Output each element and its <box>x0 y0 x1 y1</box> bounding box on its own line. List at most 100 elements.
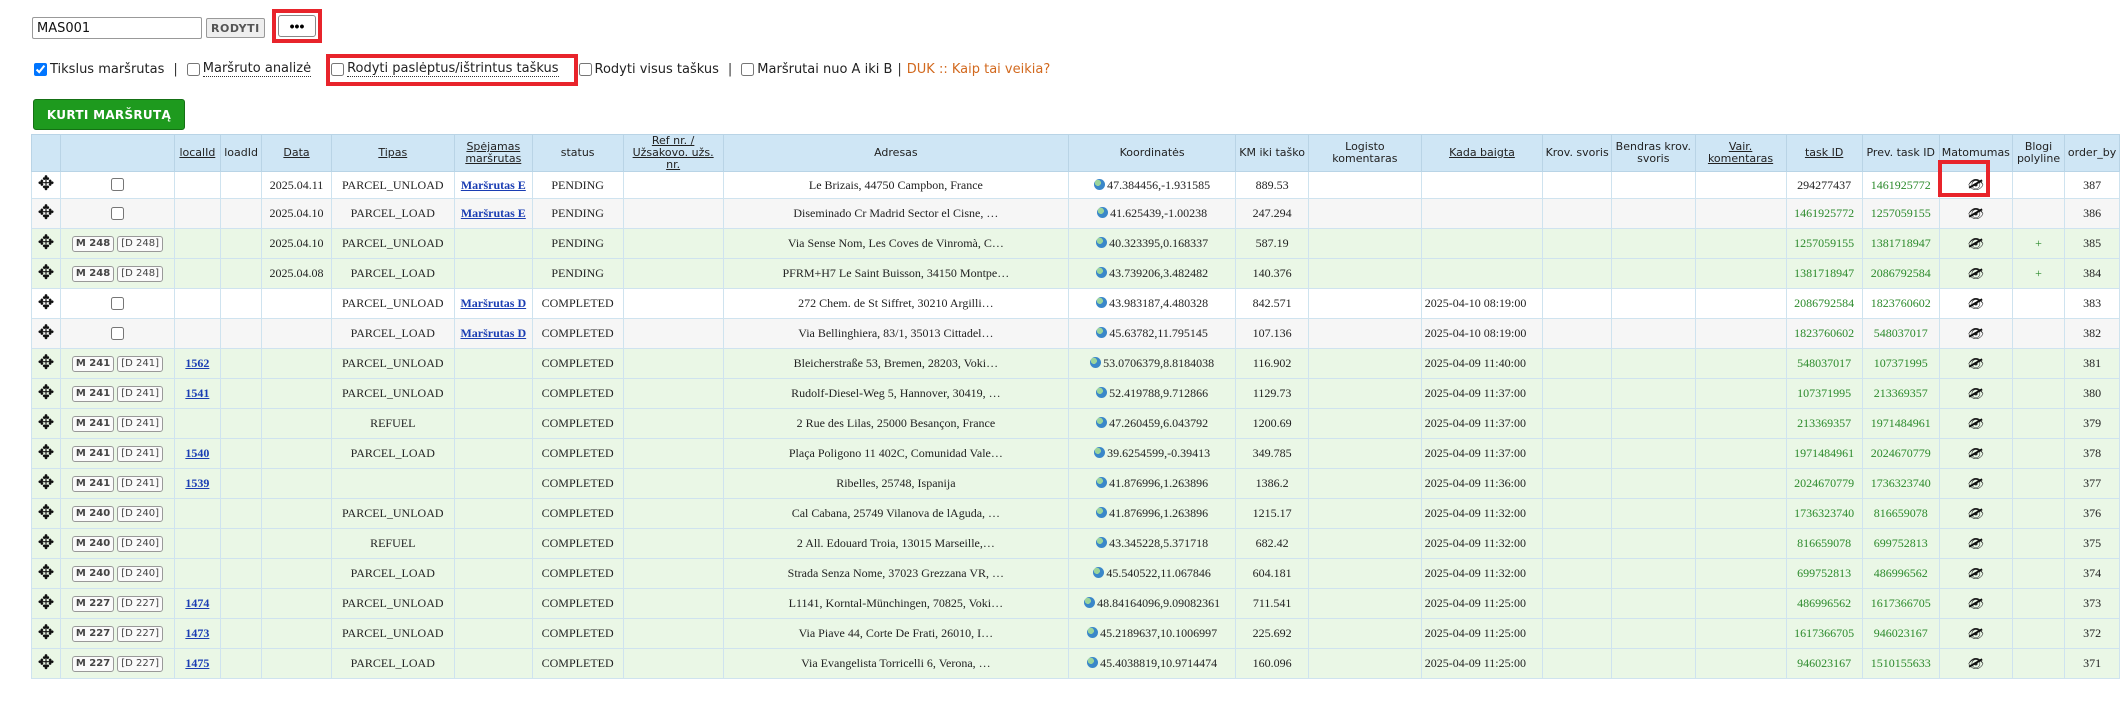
logist-comment-cell[interactable] <box>1308 171 1422 199</box>
move-icon[interactable]: ✥ <box>38 532 55 554</box>
d-badge[interactable]: [D 227] <box>117 596 163 612</box>
eye-slash-icon[interactable]: 👁 <box>1968 266 1985 282</box>
eye-slash-icon[interactable]: 👁 <box>1968 596 1985 612</box>
d-badge[interactable]: [D 241] <box>117 446 163 462</box>
drag-handle[interactable]: ✥ <box>31 288 61 319</box>
d-badge[interactable]: [D 241] <box>117 416 163 432</box>
globe-icon[interactable] <box>1093 567 1105 578</box>
col-localid[interactable]: localId <box>173 134 221 172</box>
drag-handle[interactable]: ✥ <box>31 528 61 559</box>
globe-icon[interactable] <box>1097 207 1109 218</box>
drag-handle[interactable]: ✥ <box>31 648 61 679</box>
route-analysis-checkbox[interactable] <box>186 62 200 76</box>
globe-icon[interactable] <box>1096 237 1108 248</box>
globe-icon[interactable] <box>1094 447 1106 458</box>
m-badge[interactable]: M 241 <box>71 446 115 462</box>
drag-handle[interactable]: ✥ <box>31 498 61 529</box>
move-icon[interactable]: ✥ <box>38 562 55 584</box>
m-badge[interactable]: M 240 <box>71 506 115 522</box>
move-icon[interactable]: ✥ <box>38 202 55 224</box>
eye-slash-icon[interactable]: 👁 <box>1968 536 1985 552</box>
row-checkbox[interactable] <box>111 178 125 191</box>
col-guessed-route[interactable]: Spėjamas maršrutas <box>453 134 533 172</box>
eye-slash-icon[interactable]: 👁 <box>1968 206 1985 222</box>
eye-slash-icon[interactable]: 👁 <box>1968 296 1985 312</box>
logist-comment-cell[interactable] <box>1308 438 1422 469</box>
row-checkbox[interactable] <box>111 326 125 340</box>
eye-slash-icon[interactable]: 👁 <box>1968 446 1985 462</box>
d-badge[interactable]: [D 241] <box>117 476 163 492</box>
drag-handle[interactable]: ✥ <box>31 318 61 349</box>
route-number-input[interactable] <box>32 17 202 39</box>
drag-handle[interactable]: ✥ <box>31 558 61 589</box>
m-badge[interactable]: M 248 <box>71 236 115 252</box>
d-badge[interactable]: [D 240] <box>117 506 163 522</box>
local-id-link[interactable]: 1475 <box>185 656 209 670</box>
eye-slash-icon[interactable]: 👁 <box>1968 566 1985 582</box>
globe-icon[interactable] <box>1096 387 1108 398</box>
logist-comment-cell[interactable] <box>1308 408 1422 439</box>
move-icon[interactable]: ✥ <box>38 232 55 254</box>
globe-icon[interactable] <box>1096 477 1108 488</box>
move-icon[interactable]: ✥ <box>38 592 55 614</box>
m-badge[interactable]: M 227 <box>71 626 115 642</box>
logist-comment-cell[interactable] <box>1308 288 1422 319</box>
move-icon[interactable]: ✥ <box>38 412 55 434</box>
move-icon[interactable]: ✥ <box>38 442 55 464</box>
drag-handle[interactable]: ✥ <box>31 438 61 469</box>
guessed-route-link[interactable]: Maršrutas D <box>460 326 526 340</box>
m-badge[interactable]: M 227 <box>71 656 115 672</box>
globe-icon[interactable] <box>1096 297 1108 308</box>
logist-comment-cell[interactable] <box>1308 498 1422 529</box>
drag-handle[interactable]: ✥ <box>31 378 61 409</box>
drag-handle[interactable]: ✥ <box>31 258 61 289</box>
drag-handle[interactable]: ✥ <box>31 588 61 619</box>
globe-icon[interactable] <box>1096 417 1108 428</box>
drag-handle[interactable]: ✥ <box>31 228 61 259</box>
eye-slash-icon[interactable]: 👁 <box>1968 476 1985 492</box>
move-icon[interactable]: ✥ <box>38 472 55 494</box>
globe-icon[interactable] <box>1096 267 1108 278</box>
d-badge[interactable]: [D 241] <box>117 386 163 402</box>
logist-comment-cell[interactable] <box>1308 318 1422 349</box>
logist-comment-cell[interactable] <box>1308 528 1422 559</box>
col-task-id[interactable]: task ID <box>1785 134 1863 172</box>
routes-a-to-b-checkbox[interactable] <box>741 62 755 76</box>
row-checkbox[interactable] <box>111 206 125 220</box>
create-route-button[interactable]: KURTI MARŠRUTĄ <box>33 99 185 130</box>
logist-comment-cell[interactable] <box>1308 618 1422 649</box>
logist-comment-cell[interactable] <box>1308 468 1422 499</box>
globe-icon[interactable] <box>1096 327 1108 338</box>
globe-icon[interactable] <box>1096 507 1108 518</box>
show-all-checkbox[interactable] <box>578 62 592 76</box>
globe-icon[interactable] <box>1096 537 1108 548</box>
logist-comment-cell[interactable] <box>1308 348 1422 379</box>
logist-comment-cell[interactable] <box>1308 378 1422 409</box>
d-badge[interactable]: [D 240] <box>117 536 163 552</box>
globe-icon[interactable] <box>1094 178 1106 190</box>
move-icon[interactable]: ✥ <box>38 262 55 284</box>
drag-handle[interactable]: ✥ <box>31 171 61 199</box>
d-badge[interactable]: [D 248] <box>117 266 163 282</box>
move-icon[interactable]: ✥ <box>38 622 55 644</box>
drag-handle[interactable]: ✥ <box>31 348 61 379</box>
col-completed-at[interactable]: Kada baigta <box>1420 134 1544 172</box>
local-id-link[interactable]: 1473 <box>185 626 209 640</box>
guessed-route-link[interactable]: Maršrutas E <box>461 178 526 192</box>
logist-comment-cell[interactable] <box>1308 648 1422 679</box>
exact-route-checkbox[interactable] <box>34 62 47 76</box>
local-id-link[interactable]: 1474 <box>185 596 209 610</box>
eye-slash-icon[interactable]: 👁 <box>1968 356 1985 372</box>
eye-slash-icon[interactable]: 👁 <box>1968 386 1985 402</box>
local-id-link[interactable]: 1541 <box>185 386 209 400</box>
move-icon[interactable]: ✥ <box>38 502 55 524</box>
globe-icon[interactable] <box>1087 627 1099 638</box>
m-badge[interactable]: M 227 <box>71 596 115 612</box>
move-icon[interactable]: ✥ <box>38 352 55 374</box>
logist-comment-cell[interactable] <box>1308 228 1422 259</box>
local-id-link[interactable]: 1539 <box>185 476 209 490</box>
eye-slash-icon[interactable]: 👁 <box>1968 626 1985 642</box>
move-icon[interactable]: ✥ <box>38 322 55 344</box>
guessed-route-link[interactable]: Maršrutas E <box>461 206 526 220</box>
col-ref-nr[interactable]: Ref nr. / Užsakovo. užs. nr. <box>622 134 724 172</box>
